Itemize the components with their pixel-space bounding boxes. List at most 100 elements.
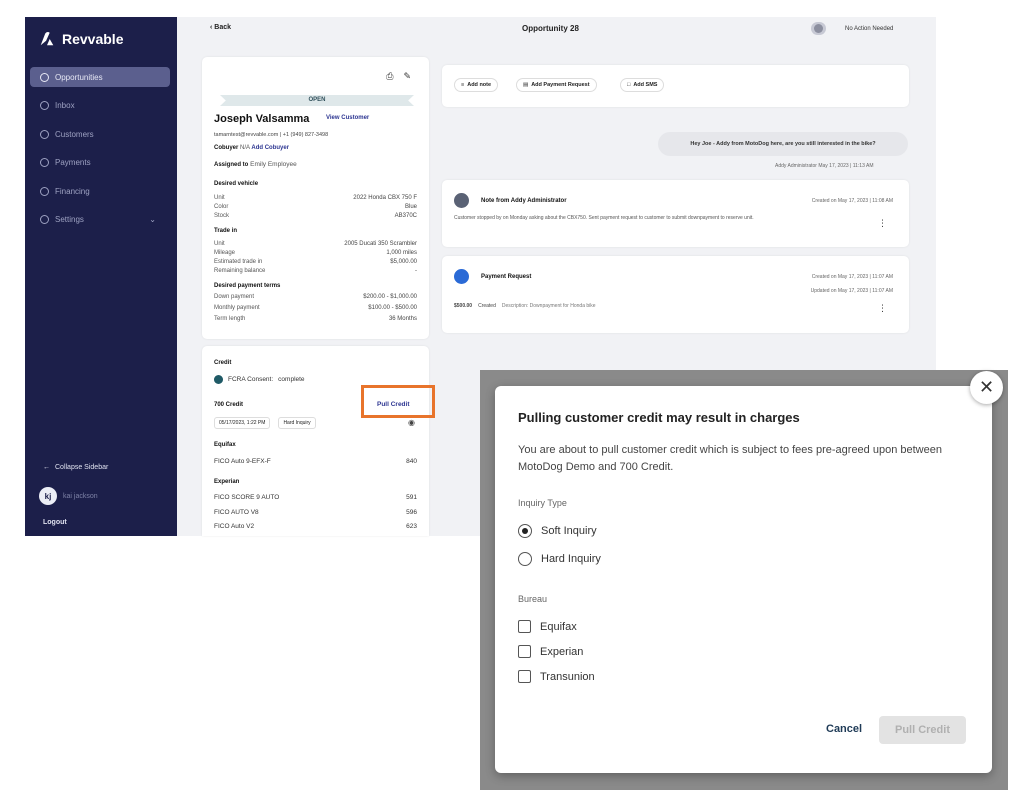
detail-key: Term length bbox=[214, 316, 246, 322]
score-name: FICO Auto V2 bbox=[214, 523, 255, 530]
view-customer-link[interactable]: View Customer bbox=[326, 115, 369, 121]
assigned-row: Assigned to Emily Employee bbox=[214, 161, 297, 168]
revvable-logo-icon bbox=[40, 31, 54, 46]
bureau-option-transunion[interactable]: Transunion bbox=[518, 670, 595, 683]
edit-icon[interactable]: ✎ bbox=[403, 71, 411, 82]
action-toggle[interactable] bbox=[811, 22, 826, 35]
detail-row: Unit 2005 Ducati 350 Scrambler bbox=[214, 241, 417, 247]
detail-value: $5,000.00 bbox=[390, 259, 417, 265]
action-status-label: No Action Needed bbox=[845, 26, 894, 32]
fcra-consent: FCRA Consent: complete bbox=[214, 375, 305, 384]
user-profile[interactable]: kj kai jackson bbox=[39, 487, 98, 505]
assigned-label: Assigned to bbox=[214, 162, 249, 168]
pull-credit-modal: Pulling customer credit may result in ch… bbox=[495, 386, 992, 773]
payments-icon bbox=[40, 158, 49, 167]
assigned-value: Emily Employee bbox=[250, 161, 297, 168]
customers-icon bbox=[40, 129, 49, 139]
hard-inquiry-option[interactable]: Hard Inquiry bbox=[518, 552, 601, 566]
equifax-checkbox[interactable] bbox=[518, 620, 531, 633]
experian-label: Experian bbox=[540, 645, 584, 658]
collapse-sidebar-button[interactable]: ← Collapse Sidebar bbox=[43, 464, 108, 471]
bureau-option-equifax[interactable]: Equifax bbox=[518, 620, 577, 633]
bureau-label: Bureau bbox=[518, 594, 548, 604]
inquiry-chip: Hard Inquiry bbox=[278, 417, 316, 429]
soft-inquiry-option[interactable]: Soft Inquiry bbox=[518, 524, 597, 538]
detail-key: Mileage bbox=[214, 250, 236, 256]
more-options-icon[interactable]: ⋮ bbox=[878, 303, 887, 314]
cancel-button[interactable]: Cancel bbox=[826, 723, 862, 735]
sidebar-item-label: Customers bbox=[55, 129, 94, 139]
experian-title: Experian bbox=[214, 479, 240, 485]
add-payment-request-button[interactable]: ▤ Add Payment Request bbox=[516, 78, 597, 92]
sidebar-item-payments[interactable]: Payments bbox=[30, 153, 170, 173]
status-badge: OPEN bbox=[220, 95, 414, 106]
detail-value: 36 Months bbox=[388, 316, 417, 322]
consent-status: complete bbox=[278, 376, 305, 383]
payment-icon bbox=[454, 269, 469, 284]
consent-label: FCRA Consent: bbox=[228, 376, 274, 383]
cobuyer-row: Cobuyer N/A Add Cobuyer bbox=[214, 145, 289, 151]
customer-contact: tamarntest@revvable.com | +1 (949) 827-3… bbox=[214, 132, 329, 138]
score-value: 623 bbox=[406, 523, 417, 530]
cobuyer-label: Cobuyer bbox=[214, 145, 239, 151]
inquiry-type-label: Inquiry Type bbox=[518, 498, 567, 508]
hard-inquiry-radio[interactable] bbox=[518, 552, 532, 566]
sidebar-item-inbox[interactable]: Inbox bbox=[30, 96, 170, 116]
logout-button[interactable]: Logout bbox=[43, 519, 67, 526]
equifax-title: Equifax bbox=[214, 442, 236, 448]
detail-value: 1,000 miles bbox=[386, 250, 417, 256]
arrow-left-icon: ← bbox=[43, 464, 50, 471]
more-options-icon[interactable]: ⋮ bbox=[878, 218, 887, 229]
sidebar-item-financing[interactable]: Financing bbox=[30, 181, 170, 201]
sidebar-item-label: Financing bbox=[55, 186, 90, 196]
detail-key: Monthly payment bbox=[214, 305, 260, 311]
soft-inquiry-radio[interactable] bbox=[518, 524, 532, 538]
bureau-option-experian[interactable]: Experian bbox=[518, 645, 583, 658]
detail-key: Stock bbox=[214, 213, 230, 219]
score-row: FICO Auto 9-EFX-F 840 bbox=[214, 458, 417, 465]
detail-key: Unit bbox=[214, 241, 225, 247]
print-icon[interactable]: ⎙ bbox=[386, 71, 393, 82]
close-icon[interactable]: ✕ bbox=[970, 371, 1003, 404]
detail-key: Remaining balance bbox=[214, 268, 266, 274]
detail-key: Unit bbox=[214, 195, 225, 201]
target-icon bbox=[40, 72, 49, 82]
score-row: FICO AUTO V8 596 bbox=[214, 509, 417, 516]
sidebar: Revvable Opportunities Inbox Customers P… bbox=[25, 17, 177, 536]
eye-icon[interactable]: ◉ bbox=[408, 418, 415, 427]
add-cobuyer-link[interactable]: Add Cobuyer bbox=[251, 145, 289, 151]
detail-value: - bbox=[415, 268, 417, 274]
score-value: 596 bbox=[406, 509, 417, 516]
payment-status: Created bbox=[478, 303, 496, 309]
sidebar-item-opportunities[interactable]: Opportunities bbox=[30, 67, 170, 87]
score-name: FICO SCORE 9 AUTO bbox=[214, 494, 280, 501]
brand: Revvable bbox=[38, 30, 123, 48]
transunion-label: Transunion bbox=[540, 670, 595, 683]
add-sms-button[interactable]: □ Add SMS bbox=[620, 78, 665, 92]
payment-updated: Updated on May 17, 2023 | 11:07 AM bbox=[810, 288, 893, 294]
add-note-button[interactable]: ≡ Add note bbox=[454, 78, 499, 92]
card-icon: ▤ bbox=[523, 82, 529, 88]
chevron-left-icon: ‹ bbox=[210, 24, 213, 31]
transunion-checkbox[interactable] bbox=[518, 670, 531, 683]
detail-value: $200.00 - $1,000.00 bbox=[363, 294, 417, 300]
experian-checkbox[interactable] bbox=[518, 645, 531, 658]
pull-credit-highlight bbox=[361, 385, 435, 418]
pull-credit-button[interactable]: Pull Credit bbox=[879, 716, 966, 744]
credit-title: Credit bbox=[214, 360, 232, 366]
detail-value: $100.00 - $500.00 bbox=[368, 305, 417, 311]
customer-name: Joseph Valsamma bbox=[214, 113, 310, 125]
desired-vehicle-title: Desired vehicle bbox=[214, 181, 259, 187]
inbox-icon bbox=[40, 101, 49, 110]
toggle-knob bbox=[814, 24, 823, 33]
sidebar-item-customers[interactable]: Customers bbox=[30, 124, 170, 144]
back-button[interactable]: ‹ Back bbox=[210, 24, 231, 31]
card-actions: ⎙ ✎ bbox=[386, 71, 411, 82]
detail-row: Mileage 1,000 miles bbox=[214, 250, 417, 256]
payment-created: Created on May 17, 2023 | 11:07 AM bbox=[811, 274, 893, 280]
user-name: kai jackson bbox=[63, 492, 98, 500]
payment-terms-title: Desired payment terms bbox=[214, 283, 281, 289]
sidebar-item-settings[interactable]: Settings ⌄ bbox=[30, 210, 170, 230]
sidebar-item-label: Inbox bbox=[55, 101, 75, 110]
cobuyer-value: N/A bbox=[240, 145, 250, 151]
